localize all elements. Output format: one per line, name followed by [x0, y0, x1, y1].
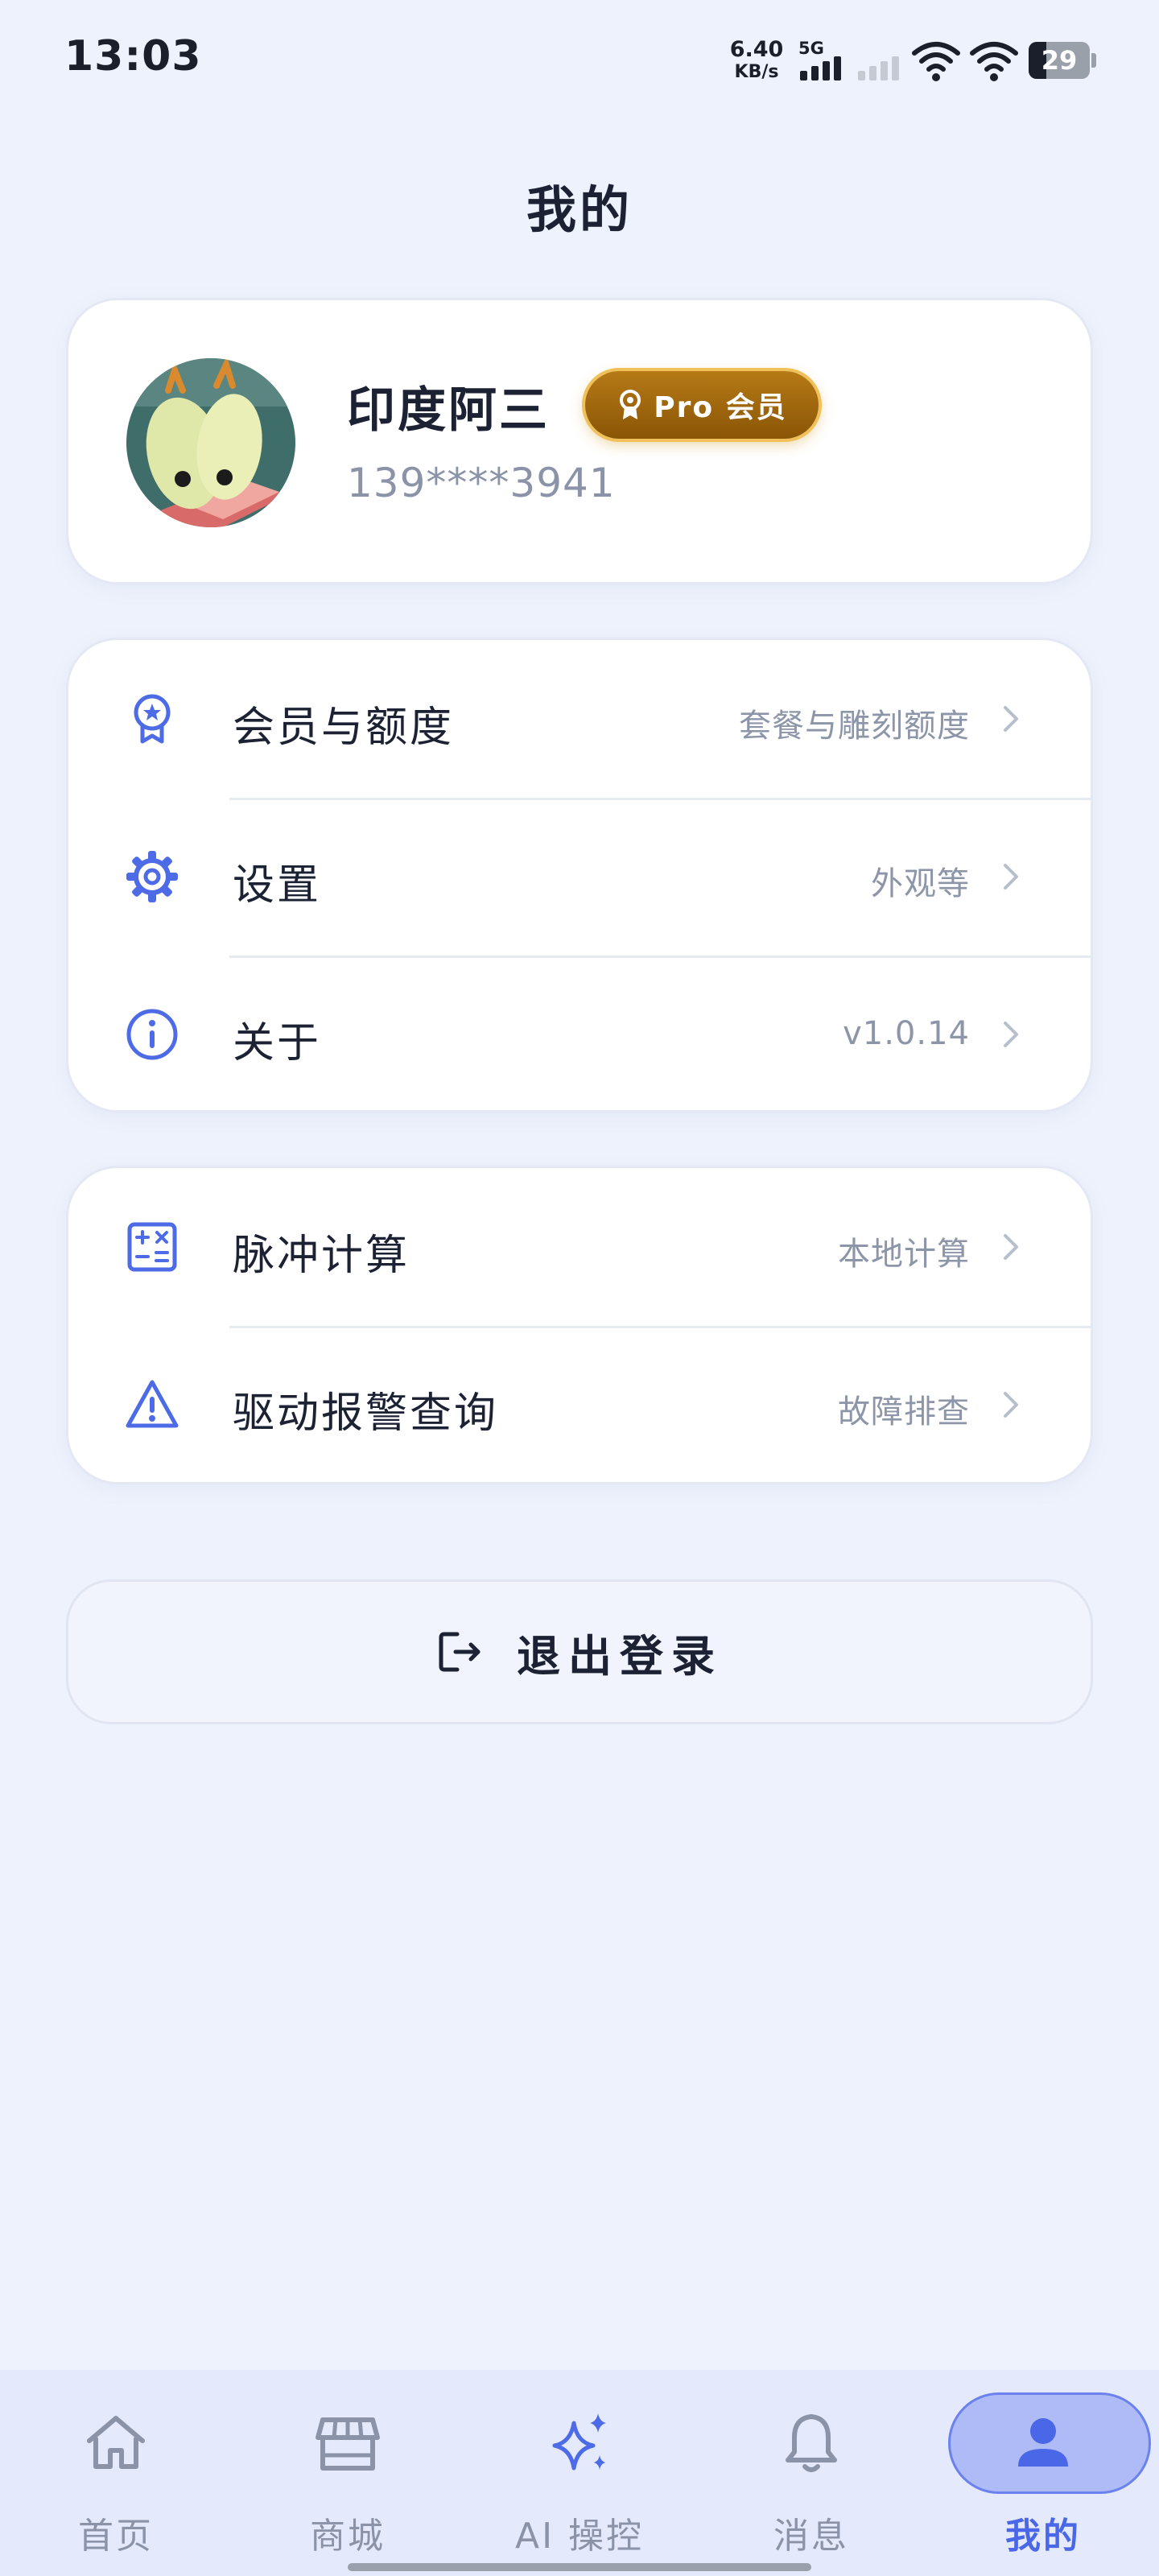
pro-member-badge: Pro 会员 [585, 371, 819, 439]
nav-item-ai-control[interactable]: AI 操控 [464, 2370, 695, 2576]
menu-item-value: v1.0.14 [843, 1015, 970, 1052]
wifi-icon [912, 42, 960, 81]
avatar[interactable] [126, 358, 295, 527]
chevron-right-icon [1004, 1234, 1018, 1260]
store-icon [316, 2417, 380, 2471]
signal-secondary-icon [855, 39, 903, 84]
menu-group-account: 会员与额度 套餐与雕刻额度 设置 外观等 关于 v1.0.14 [66, 638, 1093, 1113]
status-bar: 13:03 6.40 KB/s 5G 29 [0, 0, 1159, 121]
signal-tag: 5G [798, 39, 824, 58]
battery-level: 29 [1041, 45, 1078, 76]
menu-item-value: 本地计算 [838, 1236, 970, 1273]
calculator-icon [127, 1222, 177, 1272]
menu-item-drive-alarm[interactable]: 驱动报警查询 故障排查 [68, 1326, 1091, 1484]
nav-label: 我的 [1005, 2516, 1081, 2557]
logout-icon [439, 1632, 481, 1672]
profile-page: 13:03 6.40 KB/s 5G 29 我的 印度阿三 Pro 会员 139… [0, 0, 1159, 2576]
wifi-secondary-icon [970, 42, 1018, 81]
menu-group-tools: 脉冲计算 本地计算 驱动报警查询 故障排查 [66, 1166, 1093, 1484]
network-speed-unit: KB/s [734, 62, 779, 82]
nav-item-messages[interactable]: 消息 [695, 2370, 927, 2576]
chevron-right-icon [1004, 1392, 1018, 1418]
award-icon [134, 694, 171, 744]
menu-item-label: 驱动报警查询 [233, 1389, 499, 1438]
user-icon [1018, 2418, 1068, 2467]
pro-badge-label: Pro 会员 [654, 391, 787, 424]
menu-item-label: 关于 [233, 1019, 322, 1067]
medal-icon [620, 390, 641, 419]
menu-item-about[interactable]: 关于 v1.0.14 [68, 956, 1091, 1113]
logout-label: 退出登录 [517, 1630, 723, 1682]
menu-item-label: 设置 [233, 861, 322, 910]
network-speed: 6.40 KB/s [728, 39, 785, 84]
status-time: 13:03 [64, 32, 202, 80]
home-icon [87, 2416, 145, 2469]
network-speed-value: 6.40 [729, 37, 784, 62]
profile-card[interactable]: 印度阿三 Pro 会员 139****3941 [66, 298, 1093, 584]
chevron-right-icon [1004, 706, 1018, 732]
menu-item-label: 会员与额度 [233, 704, 455, 752]
page-title: 我的 [526, 180, 633, 239]
bottom-navigation: 首页 商城 AI 操控 消息 我的 [0, 2370, 1159, 2576]
menu-item-pulse-calc[interactable]: 脉冲计算 本地计算 [68, 1168, 1091, 1326]
bell-icon [786, 2414, 837, 2472]
menu-item-value: 套餐与雕刻额度 [739, 708, 970, 745]
nav-label: AI 操控 [514, 2516, 645, 2557]
nav-label: 消息 [773, 2516, 849, 2557]
menu-item-membership[interactable]: 会员与额度 套餐与雕刻额度 [68, 640, 1091, 798]
username: 印度阿三 [347, 382, 550, 439]
nav-item-home[interactable]: 首页 [0, 2370, 232, 2576]
chevron-right-icon [1004, 864, 1018, 890]
signal-5g-icon: 5G [797, 39, 845, 84]
menu-item-settings[interactable]: 设置 外观等 [68, 798, 1091, 956]
chevron-right-icon [1004, 1022, 1018, 1047]
battery-icon: 29 [1029, 42, 1096, 79]
logout-button[interactable]: 退出登录 [66, 1579, 1093, 1724]
nav-item-profile[interactable]: 我的 [927, 2370, 1159, 2576]
nav-item-store[interactable]: 商城 [232, 2370, 464, 2576]
gear-icon [126, 851, 178, 902]
nav-label: 商城 [310, 2516, 386, 2557]
info-icon [126, 1009, 178, 1060]
nav-label: 首页 [78, 2516, 154, 2557]
menu-item-label: 脉冲计算 [233, 1232, 410, 1280]
sparkle-icon [552, 2413, 606, 2471]
warning-icon [126, 1380, 179, 1428]
menu-item-value: 故障排查 [838, 1393, 970, 1430]
home-indicator[interactable] [348, 2563, 811, 2571]
menu-item-value: 外观等 [871, 865, 970, 902]
phone-number: 139****3941 [347, 460, 616, 506]
